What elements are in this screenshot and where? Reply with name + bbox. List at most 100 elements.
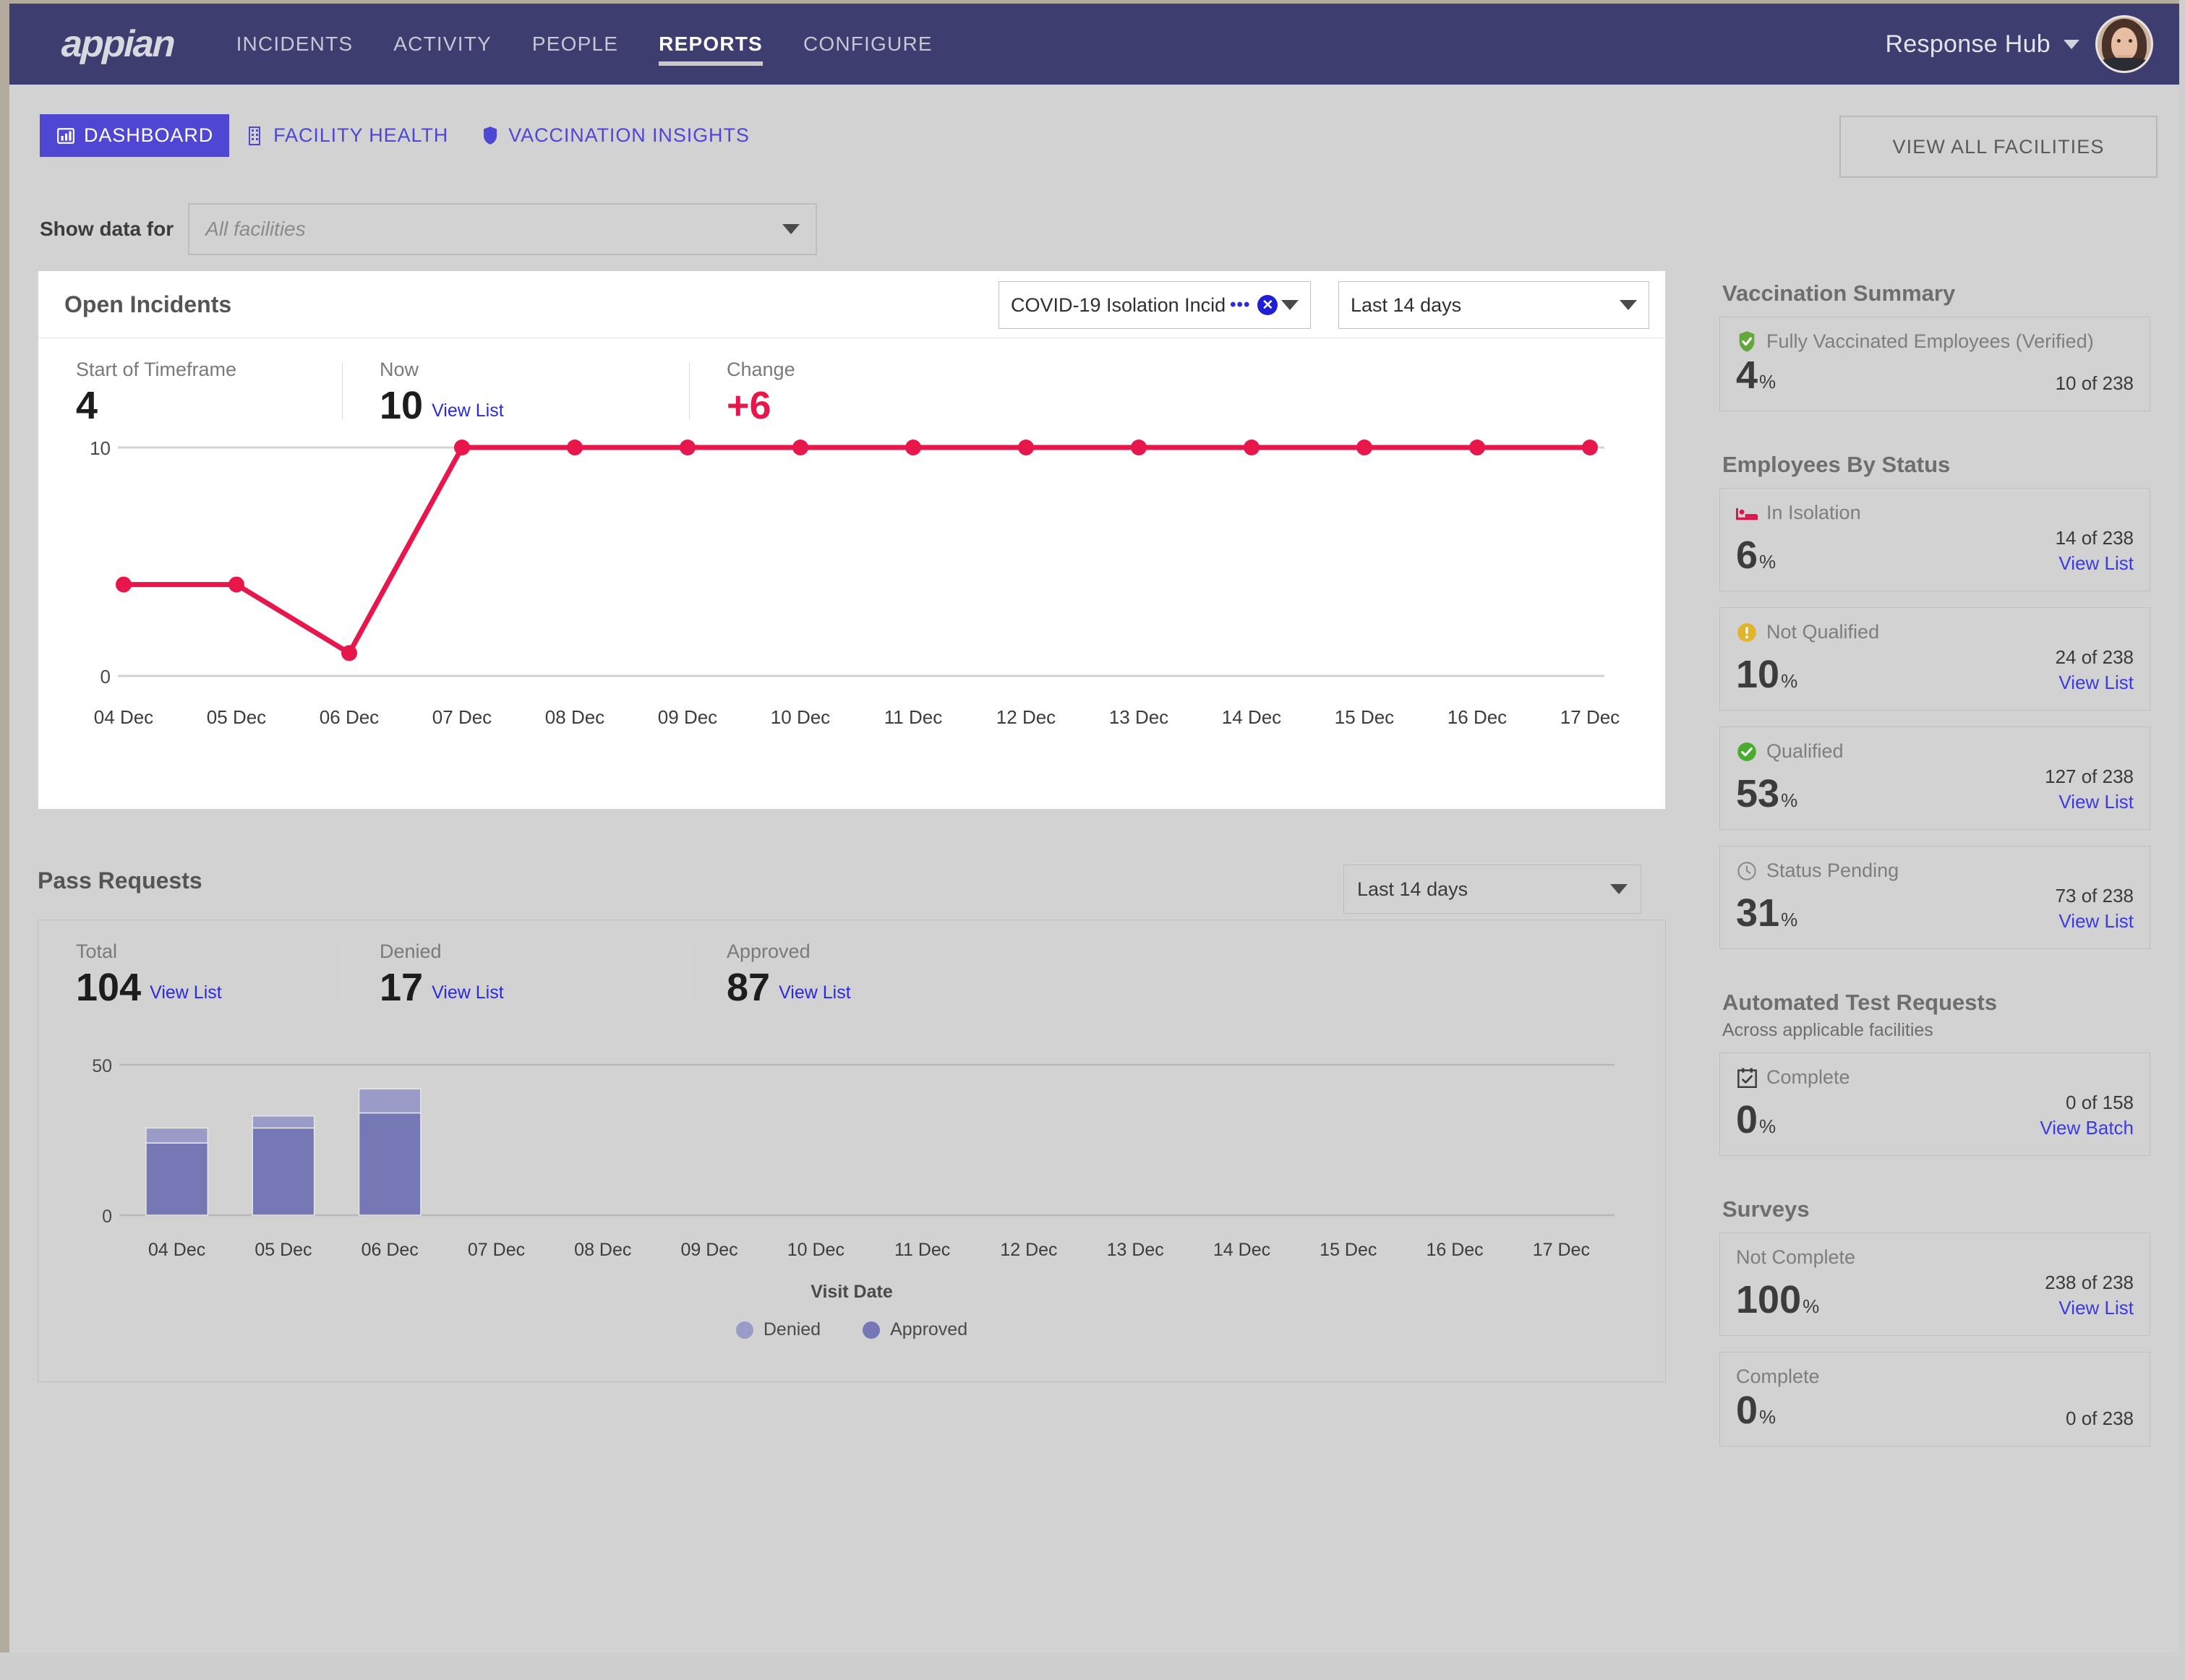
tile-not-qualified[interactable]: Not Qualified 10% 24 of 238 View List	[1719, 607, 2150, 711]
view-list-link[interactable]: View List	[2056, 910, 2134, 933]
tile-tests-complete[interactable]: Complete 0% 0 of 158 View Batch	[1719, 1053, 2150, 1156]
bar-segment[interactable]	[358, 1088, 422, 1114]
bar-segment[interactable]	[252, 1115, 315, 1129]
nav-user-area[interactable]: Response Hub	[1885, 15, 2153, 73]
x-axis-tick: 16 Dec	[1426, 1240, 1483, 1260]
tile-count: 0 of 238	[2066, 1407, 2134, 1429]
nav-link-reports[interactable]: REPORTS	[638, 4, 783, 85]
tile-in-isolation[interactable]: In Isolation 6% 14 of 238 View List	[1719, 488, 2150, 591]
line-data-point[interactable]	[341, 645, 357, 661]
line-data-point[interactable]	[1469, 440, 1485, 455]
legend-label: Denied	[763, 1319, 821, 1340]
view-list-link[interactable]: View List	[2045, 791, 2134, 813]
line-data-point[interactable]	[905, 440, 921, 455]
check-circle-icon	[1736, 741, 1758, 763]
main-nav-links: INCIDENTS ACTIVITY PEOPLE REPORTS CONFIG…	[216, 4, 953, 85]
window-edge-left	[0, 0, 9, 1680]
x-axis-tick: 06 Dec	[362, 1240, 419, 1260]
percent-sign: %	[1759, 1115, 1776, 1137]
view-list-link[interactable]: View List	[432, 401, 504, 426]
bar-segment[interactable]	[145, 1142, 209, 1216]
tab-dashboard[interactable]: DASHBOARD	[40, 114, 230, 157]
y-axis-tick: 10	[90, 437, 111, 459]
appian-logo[interactable]: appian	[61, 23, 175, 65]
kpi-label: Start of Timeframe	[76, 359, 237, 380]
bar-segment[interactable]	[358, 1112, 422, 1216]
legend-item-denied[interactable]: Denied	[735, 1319, 821, 1340]
x-axis-tick: 13 Dec	[1107, 1240, 1164, 1260]
tile-percent: 0	[1736, 1098, 1758, 1141]
calendar-check-icon	[1736, 1067, 1758, 1089]
chevron-down-icon	[1610, 884, 1628, 894]
line-data-point[interactable]	[1244, 440, 1260, 455]
nav-link-people[interactable]: PEOPLE	[512, 4, 638, 85]
tile-count: 0 of 158	[2066, 1092, 2134, 1113]
x-axis-tick: 17 Dec	[1533, 1240, 1590, 1260]
view-list-link[interactable]: View List	[2056, 552, 2134, 575]
tile-fully-vaccinated[interactable]: Fully Vaccinated Employees (Verified) 4%…	[1719, 317, 2150, 411]
line-data-point[interactable]	[567, 440, 583, 455]
view-list-link[interactable]: View List	[432, 983, 504, 1008]
nav-link-configure[interactable]: CONFIGURE	[783, 4, 953, 85]
x-axis-tick: 11 Dec	[884, 706, 942, 728]
tile-status-pending[interactable]: Status Pending 31% 73 of 238 View List	[1719, 846, 2150, 949]
view-all-facilities-button[interactable]: VIEW ALL FACILITIES	[1839, 116, 2158, 178]
clear-circle-icon[interactable]: ✕	[1257, 295, 1278, 315]
line-data-point[interactable]	[1018, 440, 1034, 455]
tile-qualified[interactable]: Qualified 53% 127 of 238 View List	[1719, 727, 2150, 830]
bar-segment[interactable]	[145, 1127, 209, 1144]
view-list-link[interactable]: View List	[2045, 1297, 2134, 1319]
tile-percent: 31	[1736, 891, 1780, 935]
tile-percent: 100	[1736, 1278, 1802, 1321]
kpi-label: Approved	[727, 940, 811, 962]
line-data-point[interactable]	[1582, 440, 1598, 455]
bar-chart-icon	[56, 126, 75, 145]
chevron-down-icon	[1281, 300, 1299, 310]
line-data-point[interactable]	[454, 440, 470, 455]
view-list-link[interactable]: View List	[2056, 672, 2134, 694]
legend-item-approved[interactable]: Approved	[863, 1319, 967, 1340]
x-axis-tick: 06 Dec	[320, 706, 379, 728]
top-navigation-bar: appian INCIDENTS ACTIVITY PEOPLE REPORTS…	[9, 4, 2179, 85]
legend-swatch	[863, 1321, 881, 1339]
line-data-point[interactable]	[1131, 440, 1147, 455]
pass-requests-title: Pass Requests	[38, 867, 202, 893]
incident-type-select[interactable]: COVID-19 Isolation Incid ••• ✕	[999, 281, 1311, 329]
tile-surveys-not-complete[interactable]: Not Complete 100% 238 of 238 View List	[1719, 1233, 2150, 1336]
tile-percent: 10	[1736, 653, 1780, 696]
line-data-point[interactable]	[228, 576, 244, 593]
line-data-point[interactable]	[1356, 440, 1372, 455]
right-rail: Vaccination Summary Fully Vaccinated Emp…	[1719, 280, 2150, 1462]
facility-select[interactable]: All facilities	[188, 203, 818, 255]
avatar[interactable]	[2095, 15, 2153, 73]
kpi-value: 87	[727, 966, 771, 1009]
pass-requests-card: Total 104 View List Denied 17 View List …	[38, 920, 1666, 1382]
pass-requests-range-select[interactable]: Last 14 days	[1343, 865, 1641, 914]
incident-range-select[interactable]: Last 14 days	[1338, 281, 1649, 329]
line-data-point[interactable]	[792, 440, 808, 455]
tile-count: 127 of 238	[2045, 766, 2134, 787]
percent-sign: %	[1781, 909, 1798, 930]
x-axis-tick: 04 Dec	[94, 706, 153, 728]
kpi-denied: Denied 17 View List	[342, 940, 689, 1008]
tile-label: Complete	[1736, 1366, 1820, 1387]
nav-link-activity[interactable]: ACTIVITY	[373, 4, 512, 85]
line-data-point[interactable]	[680, 440, 696, 455]
bar-segment[interactable]	[252, 1127, 315, 1216]
pass-requests-bar-chart: 0 50 04 Dec 05 Dec 06 Dec 07 Dec 08 Dec 09 Dec 1…	[92, 1056, 1615, 1260]
view-list-link[interactable]: View List	[150, 983, 222, 1008]
view-list-link[interactable]: View List	[779, 983, 851, 1008]
nav-link-incidents[interactable]: INCIDENTS	[216, 4, 374, 85]
tab-facility-health[interactable]: FACILITY HEALTH	[229, 114, 464, 157]
view-batch-link[interactable]: View Batch	[2040, 1117, 2134, 1139]
line-data-point[interactable]	[116, 576, 132, 593]
y-axis-tick: 50	[92, 1056, 112, 1076]
tab-vaccination-insights[interactable]: VACCINATION INSIGHTS	[464, 114, 766, 157]
chevron-down-icon	[1620, 300, 1637, 310]
kpi-total: Total 104 View List	[38, 940, 342, 1008]
kpi-value: 4	[76, 384, 98, 427]
chevron-down-icon	[782, 224, 800, 234]
tile-surveys-complete[interactable]: Complete 0% 0 of 238	[1719, 1352, 2150, 1447]
x-axis-tick: 04 Dec	[148, 1240, 205, 1260]
y-axis-tick: 0	[102, 1207, 112, 1227]
